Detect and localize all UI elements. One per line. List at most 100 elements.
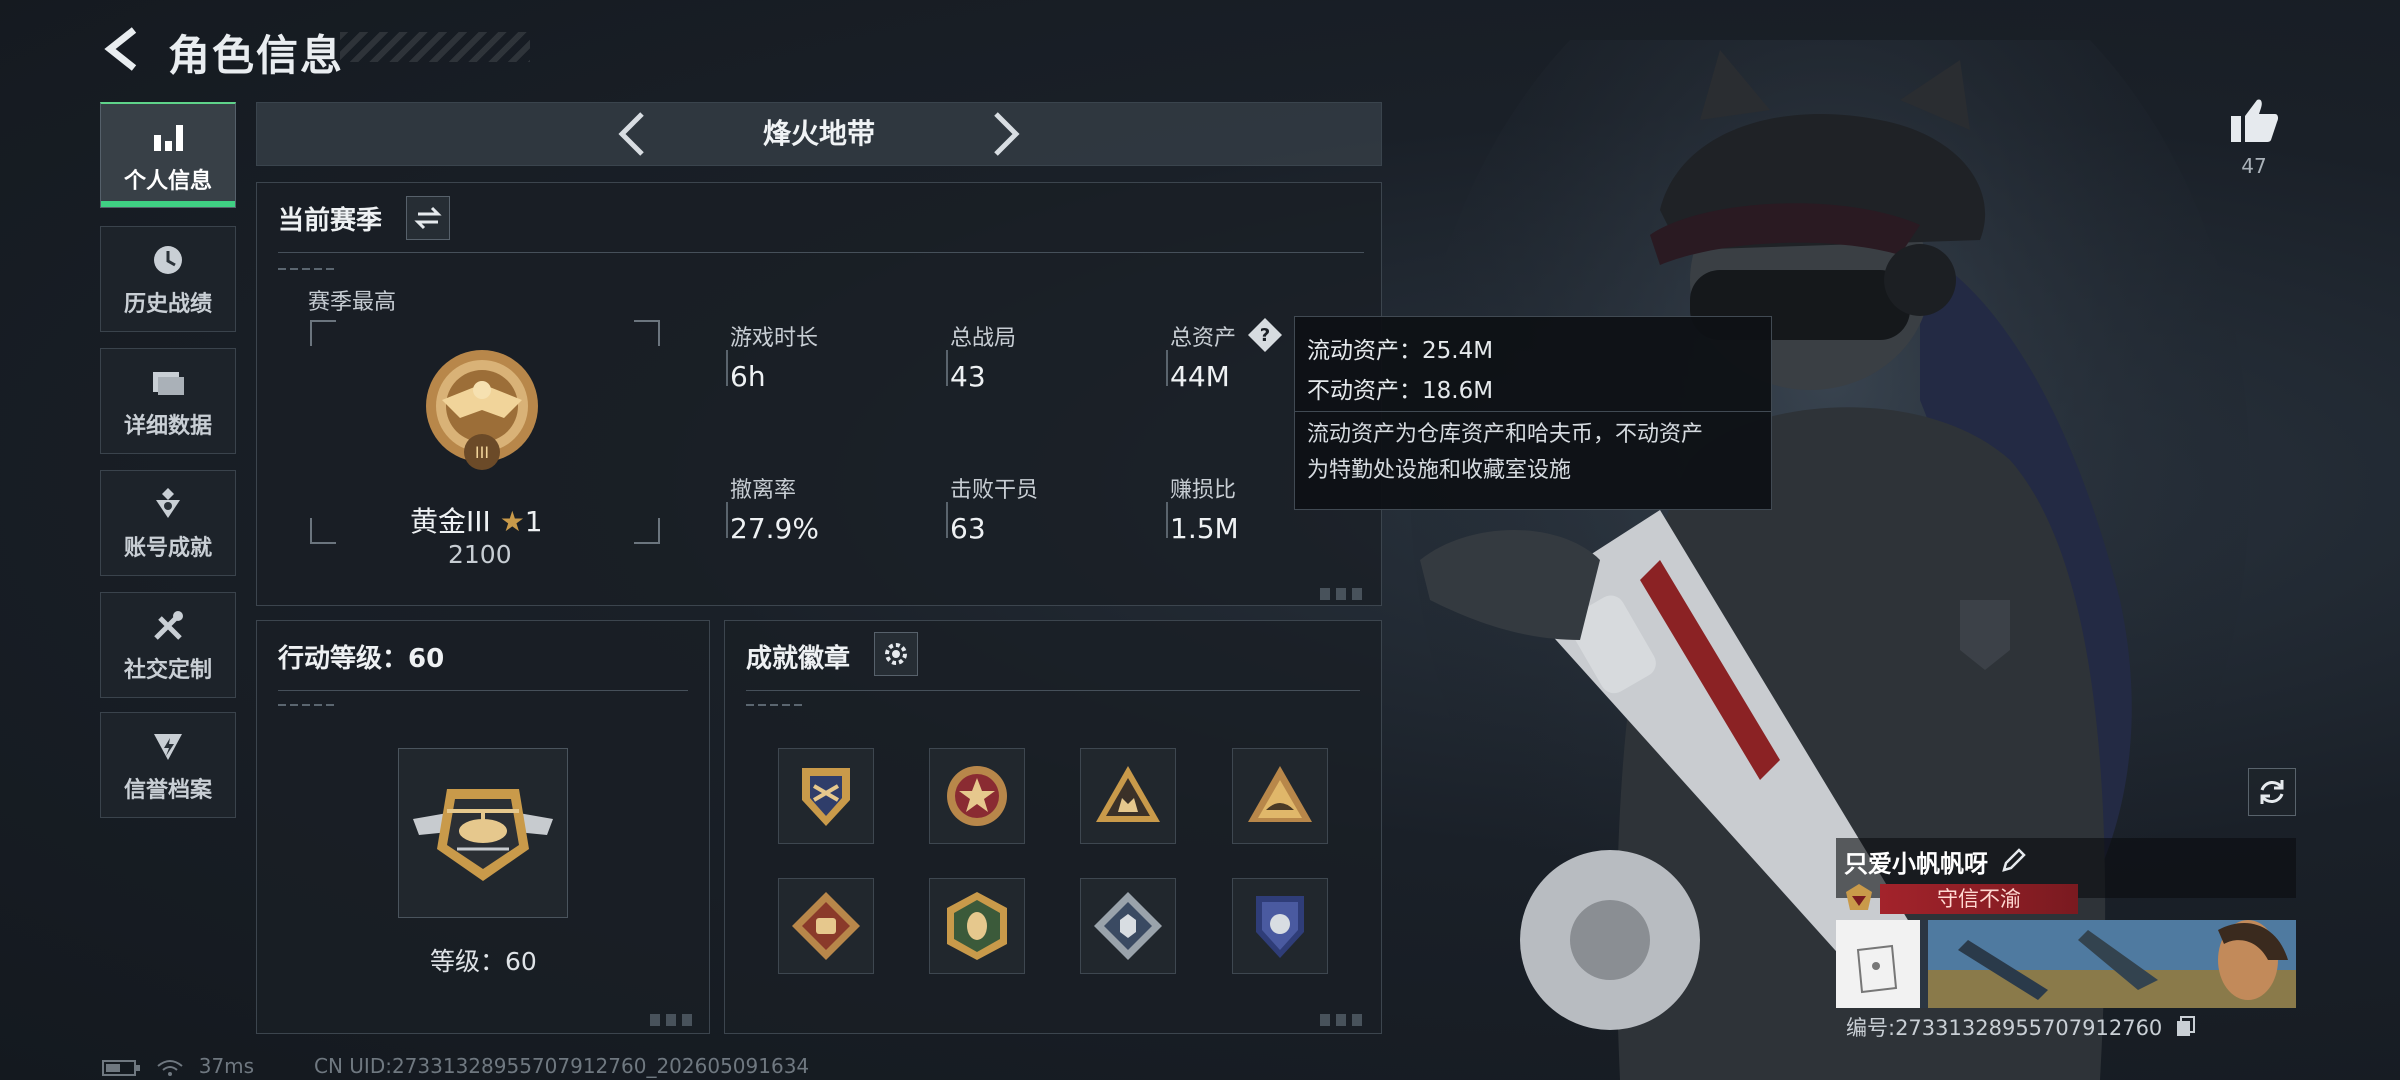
sidebar-item-label: 信誉档案 (123, 778, 212, 803)
tooltip-note-line2: 为特勤处设施和收藏室设施 (1307, 458, 1572, 483)
asset-tooltip: 流动资产：25.4M 不动资产：18.6M 流动资产为仓库资产和哈夫币，不动资产… (1294, 316, 1772, 510)
refresh-icon (2260, 780, 2284, 804)
status-bar: 37ms (102, 1054, 254, 1078)
level-title: 行动等级：60 (278, 644, 445, 674)
banner-artwork (1928, 920, 2296, 1008)
avatar-sketch-icon (1856, 944, 1898, 994)
divider (746, 690, 1360, 691)
stat-value: 63 (950, 512, 986, 545)
rank-gold-emblem-icon: III (426, 350, 538, 470)
sidebar-item-history[interactable]: 历史战绩 (100, 226, 236, 332)
level-text: 等级：60 (430, 947, 537, 976)
achievement-badge[interactable] (1232, 748, 1328, 844)
stat-value: 27.9% (730, 512, 819, 545)
thumbs-up-icon (2231, 99, 2279, 142)
stat-label: 游戏时长 (730, 326, 819, 351)
stat-marker (1166, 502, 1168, 538)
uid-text: CN UID:27331328955707912760_202605091634 (314, 1054, 810, 1078)
tooltip-fixed-assets: 不动资产：18.6M (1307, 378, 1494, 404)
badges-title: 成就徽章 (746, 644, 851, 674)
decorative-dash (278, 704, 338, 706)
frame-corner (310, 320, 336, 346)
panel-corner-mark (1320, 1014, 1362, 1026)
edit-icon[interactable] (2000, 846, 2028, 874)
chevron-left-icon[interactable] (608, 108, 658, 160)
achievement-badge[interactable] (1080, 748, 1176, 844)
frame-corner (634, 320, 660, 346)
tooltip-liquid-assets: 流动资产：25.4M (1307, 338, 1494, 364)
achievement-badge[interactable] (929, 748, 1025, 844)
sidebar-item-personal-info[interactable]: 个人信息 (100, 102, 236, 208)
reputation-label: 守信不渝 (1880, 884, 2078, 914)
player-name: 只爱小帆帆呀 (1844, 850, 1988, 878)
avatar (1836, 920, 1920, 1008)
title-decoration (340, 32, 530, 62)
player-banner (1836, 920, 2296, 1008)
back-arrow-icon[interactable] (98, 24, 148, 74)
stat-label: 赚损比 (1170, 478, 1237, 503)
helicopter-emblem-icon (413, 789, 553, 881)
achievement-badge[interactable] (1232, 878, 1328, 974)
badge-diamond-fist-icon (792, 892, 860, 960)
achievement-badge[interactable] (1080, 878, 1176, 974)
gear-icon (885, 643, 907, 665)
player-id: 编号:27331328955707912760 (1846, 1016, 2163, 1040)
bar-chart-icon (154, 124, 183, 151)
stat-marker (726, 502, 728, 538)
stat-label: 撤离率 (730, 478, 797, 503)
sidebar-item-label: 详细数据 (123, 414, 212, 439)
sidebar-item-reputation[interactable]: 信誉档案 (100, 712, 236, 818)
svg-text:III: III (475, 443, 489, 462)
rank-name: 黄金III ★1 (410, 500, 543, 540)
switch-season-button[interactable] (406, 196, 450, 240)
badge-shield-icon (802, 768, 850, 826)
reputation-badge-icon (1846, 884, 1872, 910)
stat-marker (946, 350, 948, 386)
player-card: 只爱小帆帆呀 守信不渝 (1836, 838, 2296, 1008)
rank-score: 2100 (448, 540, 512, 569)
ping-text: 37ms (198, 1054, 255, 1078)
decorative-dash (278, 268, 338, 270)
stat-marker (726, 350, 728, 386)
tooltip-note-line1: 流动资产为仓库资产和哈夫币，不动资产 (1307, 422, 1704, 447)
active-indicator (101, 201, 235, 207)
sidebar-item-achievements[interactable]: 账号成就 (100, 470, 236, 576)
panel-corner-mark (650, 1014, 692, 1026)
stat-marker (1166, 350, 1168, 386)
battery-icon (102, 1059, 140, 1076)
badge-settings-button[interactable] (874, 632, 918, 676)
badge-star-icon (947, 766, 1007, 826)
sidebar-item-details[interactable]: 详细数据 (100, 348, 236, 454)
stat-value: 43 (950, 360, 986, 393)
decorative-dash (746, 704, 806, 706)
achievement-badge[interactable] (929, 878, 1025, 974)
help-icon[interactable]: ? (1246, 316, 1284, 354)
level-emblem-frame (398, 748, 568, 918)
mode-title: 烽火地带 (762, 117, 875, 150)
history-clock-icon (154, 246, 182, 274)
stat-value: 6h (730, 360, 766, 393)
achievement-icon (156, 488, 180, 518)
chevron-right-icon[interactable] (980, 108, 1030, 160)
sidebar-item-label: 历史战绩 (123, 292, 212, 317)
reputation-icon (154, 734, 182, 760)
badge-triangle-emblem-icon (1248, 766, 1312, 822)
swap-icon (414, 206, 442, 230)
likes-count: 47 (2241, 154, 2267, 178)
sidebar-item-social[interactable]: 社交定制 (100, 592, 236, 698)
sidebar-item-label: 个人信息 (123, 168, 212, 194)
frame-corner (634, 518, 660, 544)
copy-icon[interactable] (2174, 1014, 2198, 1038)
stat-value: 1.5M (1170, 512, 1239, 545)
achievement-badge[interactable] (778, 748, 874, 844)
stat-marker (946, 502, 948, 538)
badge-hex-bee-icon (947, 892, 1007, 960)
folder-icon (153, 372, 184, 395)
like-button[interactable]: 47 (2224, 96, 2284, 178)
page-title: 角色信息 (168, 31, 345, 80)
achievement-badge[interactable] (778, 878, 874, 974)
season-best-label: 赛季最高 (308, 290, 397, 315)
sidebar-item-label: 账号成就 (123, 536, 212, 561)
season-title: 当前赛季 (278, 206, 383, 236)
refresh-button[interactable] (2248, 768, 2296, 816)
